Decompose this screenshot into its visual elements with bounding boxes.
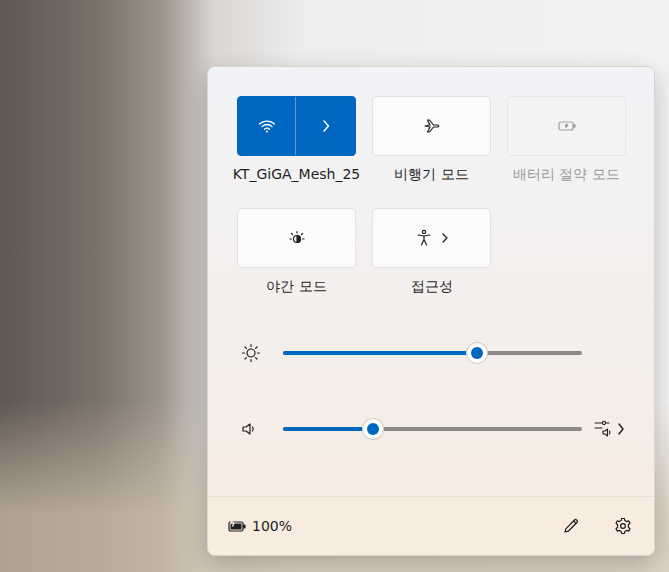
tile-grid: KT_GiGA_Mesh_25 비행기 모드 배터리 절약 모드야간 모드 접근성 bbox=[237, 96, 625, 296]
slider-track[interactable] bbox=[283, 427, 582, 431]
audio-mixer-icon bbox=[594, 420, 614, 438]
edit-button[interactable] bbox=[560, 515, 582, 537]
accessibility-tile[interactable] bbox=[372, 208, 491, 268]
audio-output-button[interactable] bbox=[594, 420, 625, 438]
battery-saver-tile bbox=[507, 96, 626, 156]
footer-bar: 100% bbox=[208, 496, 654, 555]
wifi-icon bbox=[258, 118, 276, 134]
slider-fill bbox=[283, 351, 477, 355]
battery-saver-icon bbox=[557, 119, 577, 133]
quick-tile: 야간 모드 bbox=[237, 208, 356, 296]
tile-label: 비행기 모드 bbox=[394, 164, 468, 184]
tile-label: 야간 모드 bbox=[266, 276, 326, 296]
tile-toggle[interactable] bbox=[373, 97, 490, 155]
tile-expand-button[interactable] bbox=[295, 97, 355, 155]
airplane-icon bbox=[423, 117, 441, 135]
slider-fill bbox=[283, 427, 373, 431]
chevron-right-icon bbox=[441, 232, 449, 244]
night-light-tile[interactable] bbox=[237, 208, 356, 268]
quick-tile: KT_GiGA_Mesh_25 bbox=[237, 96, 356, 184]
tile-toggle bbox=[508, 97, 625, 155]
tile-toggle[interactable] bbox=[373, 209, 490, 267]
chevron-right-icon bbox=[321, 119, 331, 133]
accessibility-icon bbox=[415, 229, 433, 247]
tile-toggle[interactable] bbox=[238, 209, 355, 267]
sun-icon bbox=[241, 343, 261, 363]
volume-slider-row bbox=[237, 414, 625, 444]
settings-button[interactable] bbox=[612, 515, 634, 537]
quick-tile: 비행기 모드 bbox=[372, 96, 491, 184]
battery-percent: 100% bbox=[252, 518, 292, 534]
brightness-slider-row bbox=[237, 338, 625, 368]
night-light-icon bbox=[288, 229, 306, 247]
slider-thumb[interactable] bbox=[467, 343, 487, 363]
desktop: KT_GiGA_Mesh_25 비행기 모드 배터리 절약 모드야간 모드 접근성 10… bbox=[0, 0, 669, 572]
tile-label: KT_GiGA_Mesh_25 bbox=[233, 164, 360, 184]
tile-toggle[interactable] bbox=[238, 97, 295, 155]
quick-tile: 접근성 bbox=[372, 208, 491, 296]
battery-charging-icon bbox=[227, 519, 247, 533]
tile-label: 배터리 절약 모드 bbox=[513, 164, 620, 184]
pencil-icon bbox=[562, 517, 580, 535]
tile-label: 접근성 bbox=[411, 276, 453, 296]
battery-status[interactable]: 100% bbox=[227, 518, 292, 534]
slider-thumb[interactable] bbox=[363, 419, 383, 439]
slider-track[interactable] bbox=[283, 351, 582, 355]
quick-settings-panel: KT_GiGA_Mesh_25 비행기 모드 배터리 절약 모드야간 모드 접근성 10… bbox=[207, 66, 655, 556]
chevron-right-icon bbox=[617, 422, 625, 436]
wifi-tile[interactable] bbox=[237, 96, 356, 156]
speaker-icon bbox=[241, 421, 259, 437]
quick-tile: 배터리 절약 모드 bbox=[507, 96, 626, 184]
gear-icon bbox=[614, 517, 632, 535]
airplane-tile[interactable] bbox=[372, 96, 491, 156]
